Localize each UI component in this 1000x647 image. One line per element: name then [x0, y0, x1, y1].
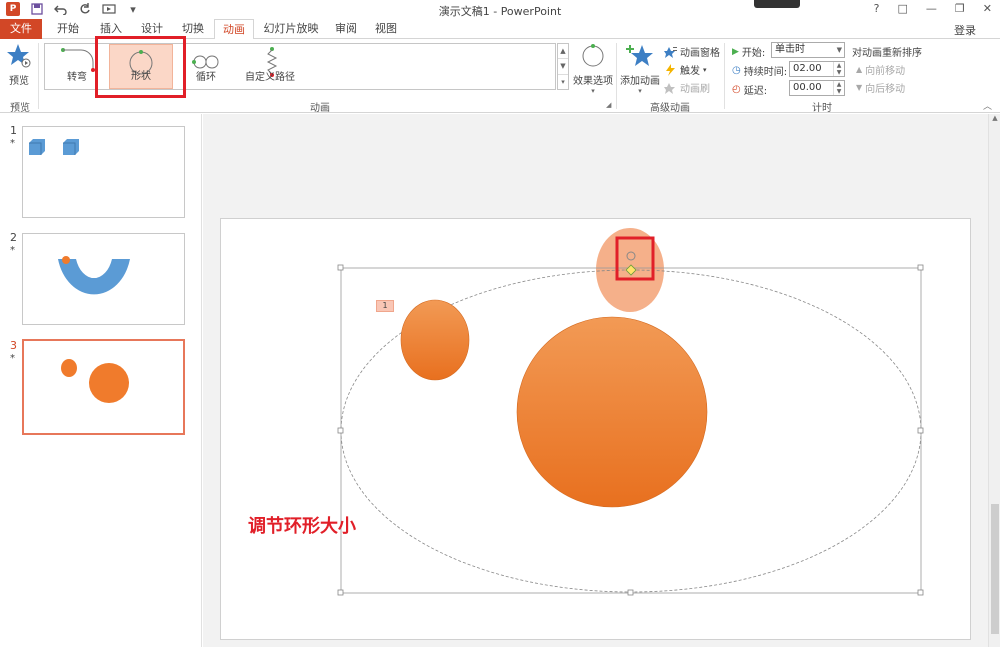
- scrollbar-thumb[interactable]: [991, 504, 999, 634]
- powerpoint-window: P ▾ 演示文稿1 - PowerPoint ? □ — ❐ ✕ 文件 开始 插…: [0, 0, 1000, 647]
- small-orange-ellipse[interactable]: [400, 299, 470, 381]
- scroll-up-icon[interactable]: ▲: [989, 114, 1000, 126]
- annotation-caption: 调节环形大小: [248, 516, 356, 537]
- slide-shapes: [337, 228, 924, 596]
- animation-order-tag[interactable]: 1: [376, 300, 394, 312]
- large-orange-circle[interactable]: [516, 316, 708, 508]
- vertical-scrollbar[interactable]: ▲: [988, 114, 1000, 647]
